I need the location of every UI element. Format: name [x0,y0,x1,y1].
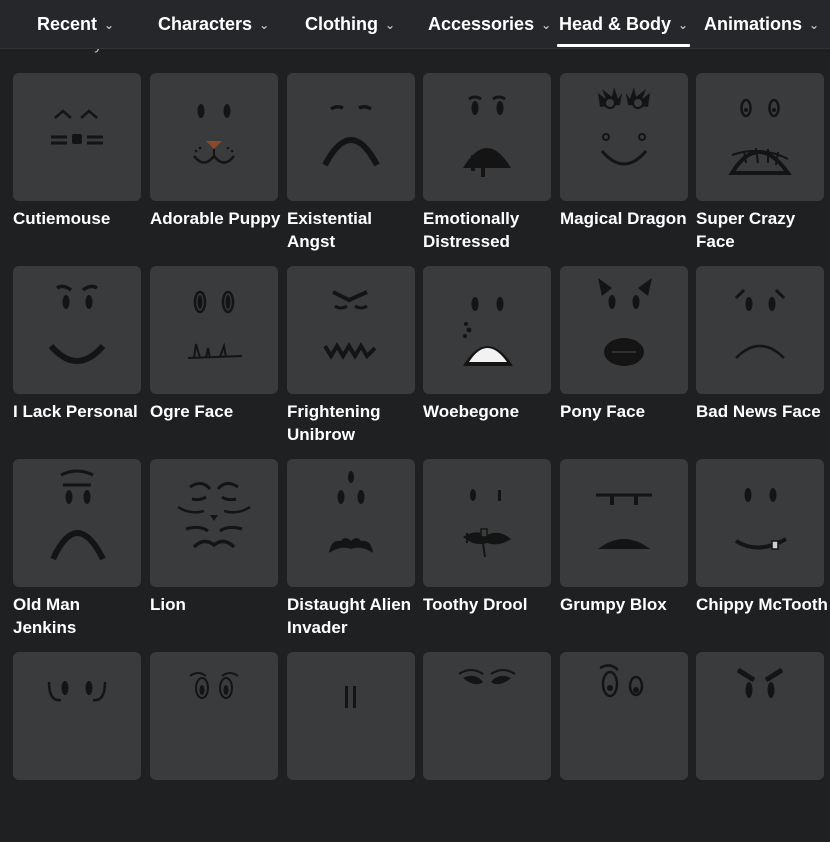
item-name[interactable]: Chippy McTooth [696,593,830,616]
super-crazy-face-icon[interactable] [696,73,824,201]
adorable-puppy-face-icon[interactable] [150,73,278,201]
chevron-down-icon: ⌄ [384,18,396,32]
tab-head-and-body[interactable]: Head & Body ⌄ [556,0,691,48]
item-name[interactable]: Super Crazy Face [696,207,830,253]
tab-label: Animations [704,13,803,34]
item-card[interactable]: Cutiemouse [13,73,143,263]
lion-face-icon[interactable] [150,459,278,587]
tab-label: Clothing [305,13,378,34]
item-card[interactable]: Toothy Drool [423,459,553,649]
item-name[interactable]: Lion [150,593,284,616]
item-card[interactable] [287,652,417,842]
item-card[interactable]: Magical Dragon [560,73,690,263]
existential-angst-face-icon[interactable] [287,73,415,201]
straight-lines-face-icon[interactable] [287,652,415,780]
chevron-down-icon: ⌄ [259,18,270,32]
outlined-eyes-face-icon[interactable] [150,652,278,780]
distaught-alien-invader-face-icon[interactable] [287,459,415,587]
item-card[interactable] [560,652,690,842]
item-card[interactable] [423,652,553,842]
chevron-down-icon: ⌄ [541,18,552,32]
tab-label: Head & Body [559,13,672,34]
item-name[interactable]: Frightening Unibrow [287,400,421,446]
item-name[interactable]: Bad News Face [696,400,830,423]
chippy-mctooth-face-icon[interactable] [696,459,824,587]
item-card[interactable]: Emotionally Distressed [423,73,553,263]
tab-animations[interactable]: Animations ⌄ [704,0,819,48]
item-card[interactable]: Existential Angst [287,73,417,263]
item-card[interactable]: Ogre Face [150,266,280,456]
item-name[interactable]: I Lack Personal [13,400,147,423]
item-name[interactable]: Toothy Drool [423,593,557,616]
classic-faces-grid: Cutiemouse Adorable Puppy Existential An [0,0,830,780]
item-card[interactable]: Super Crazy Face [696,73,826,263]
item-name[interactable]: Distaught Alien Invader [287,593,421,639]
bad-news-face-icon[interactable] [696,266,824,394]
angry-brows-face-icon[interactable] [696,652,824,780]
ogre-face-icon[interactable] [150,266,278,394]
item-card[interactable]: Distaught Alien Invader [287,459,417,649]
goofy-eyes-face-icon[interactable] [560,652,688,780]
tab-label: Accessories [428,13,535,34]
item-card[interactable]: Woebegone [423,266,553,456]
item-name[interactable]: Adorable Puppy [150,207,284,230]
grumpy-blox-face-icon[interactable] [560,459,688,587]
pony-face-icon[interactable] [560,266,688,394]
tab-accessories[interactable]: Accessories ⌄ [428,0,551,48]
chevron-down-icon: ⌄ [104,18,115,32]
tab-recent[interactable]: Recent ⌄ [37,0,114,48]
woebegone-face-icon[interactable] [423,266,551,394]
item-card[interactable]: Old Man Jenkins [13,459,143,649]
item-name[interactable]: Cutiemouse [13,207,147,230]
item-card[interactable] [13,652,143,842]
category-nav: Recent ⌄ Characters ⌄ Clothing ⌄ Accesso… [0,0,830,49]
item-name[interactable]: Woebegone [423,400,557,423]
item-card[interactable]: Pony Face [560,266,690,456]
chevron-down-icon: ⌄ [809,18,820,32]
i-lack-personal-face-icon[interactable] [13,266,141,394]
item-card[interactable]: Frightening Unibrow [287,266,417,456]
item-name[interactable]: Emotionally Distressed [423,207,557,253]
tab-clothing[interactable]: Clothing ⌄ [305,0,395,48]
tab-characters[interactable]: Characters ⌄ [158,0,269,48]
item-card[interactable]: Grumpy Blox [560,459,690,649]
item-name[interactable]: Magical Dragon [560,207,694,230]
emotionally-distressed-face-icon[interactable] [423,73,551,201]
item-name[interactable]: Pony Face [560,400,694,423]
item-name[interactable]: Old Man Jenkins [13,593,147,639]
magical-dragon-face-icon[interactable] [560,73,688,201]
item-card[interactable]: I Lack Personal [13,266,143,456]
item-card[interactable]: Chippy McTooth [696,459,828,649]
frightening-unibrow-face-icon[interactable] [287,266,415,394]
tab-label: Characters [158,13,253,34]
tab-label: Recent [37,13,98,34]
chevron-down-icon: ⌄ [678,18,689,32]
item-card[interactable] [150,652,280,842]
cutiemouse-face-icon[interactable] [13,73,141,201]
item-name[interactable]: Ogre Face [150,400,284,423]
item-card[interactable]: Bad News Face [696,266,826,456]
item-name[interactable]: Grumpy Blox [560,593,694,616]
item-card[interactable] [696,652,826,842]
item-card[interactable]: Lion [150,459,280,649]
round-eyes-face-icon[interactable] [13,652,141,780]
toothy-drool-face-icon[interactable] [423,459,551,587]
item-card[interactable]: Adorable Puppy [150,73,280,263]
old-man-jenkins-face-icon[interactable] [13,459,141,587]
squint-eyes-face-icon[interactable] [423,652,551,780]
item-name[interactable]: Existential Angst [287,207,421,253]
